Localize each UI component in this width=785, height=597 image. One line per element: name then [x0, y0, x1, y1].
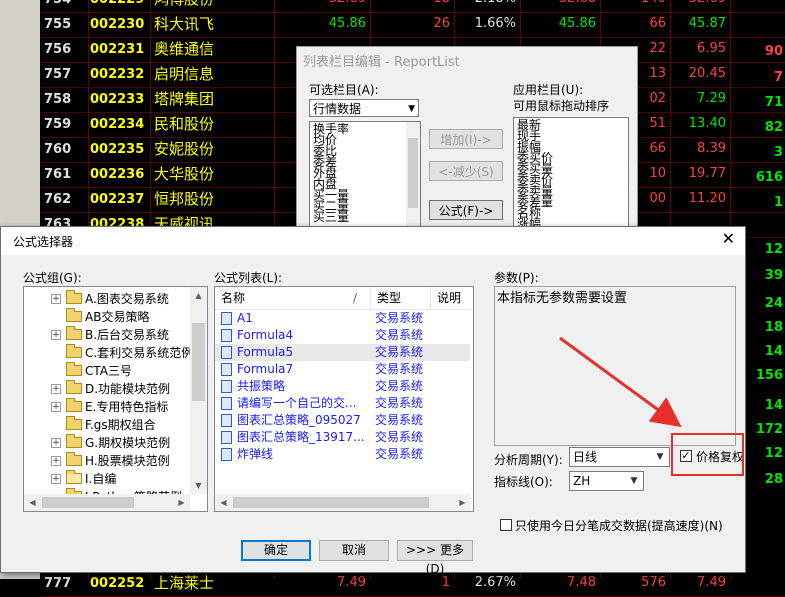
price-adjust-highlight-box [671, 433, 744, 476]
annotation-arrow [559, 336, 682, 428]
